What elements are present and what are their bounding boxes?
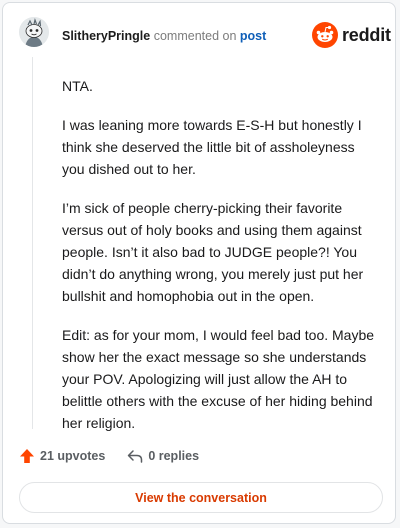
reply-button[interactable]: 0 replies xyxy=(127,448,199,464)
comment-actions: 21 upvotes 0 replies xyxy=(19,448,199,464)
comment-body: NTA. I was leaning more towards E-S-H bu… xyxy=(62,75,380,451)
thread-line xyxy=(32,57,33,429)
comment-paragraph: I was leaning more towards E-S-H but hon… xyxy=(62,117,362,177)
upvote-arrow-icon xyxy=(20,449,34,463)
upvote-button[interactable]: 21 upvotes xyxy=(19,448,105,464)
user-avatar[interactable] xyxy=(19,17,49,47)
snoo-avatar-icon xyxy=(19,17,49,47)
reddit-wordmark: reddit xyxy=(342,24,391,45)
reply-arrow-icon xyxy=(128,450,143,463)
upvote-count: 21 upvotes xyxy=(40,449,106,463)
comment-paragraph: I’m sick of people cherry-picking their … xyxy=(62,200,364,304)
reply-count: 0 replies xyxy=(148,449,200,463)
comment-paragraph: Edit: as for your mom, I would feel bad … xyxy=(62,327,375,431)
post-link[interactable]: post xyxy=(240,29,266,43)
comment-paragraph: NTA. xyxy=(62,78,93,94)
reddit-logo-icon xyxy=(312,22,338,48)
view-conversation-button[interactable]: View the conversation xyxy=(19,482,383,513)
comment-verb: commented on xyxy=(153,29,237,43)
username-link[interactable]: SlitheryPringle xyxy=(62,29,150,43)
comment-card: SlitheryPringle commented on post reddit… xyxy=(2,2,396,524)
reddit-logo[interactable]: reddit xyxy=(312,22,391,48)
comment-header: SlitheryPringle commented on post xyxy=(62,28,266,44)
